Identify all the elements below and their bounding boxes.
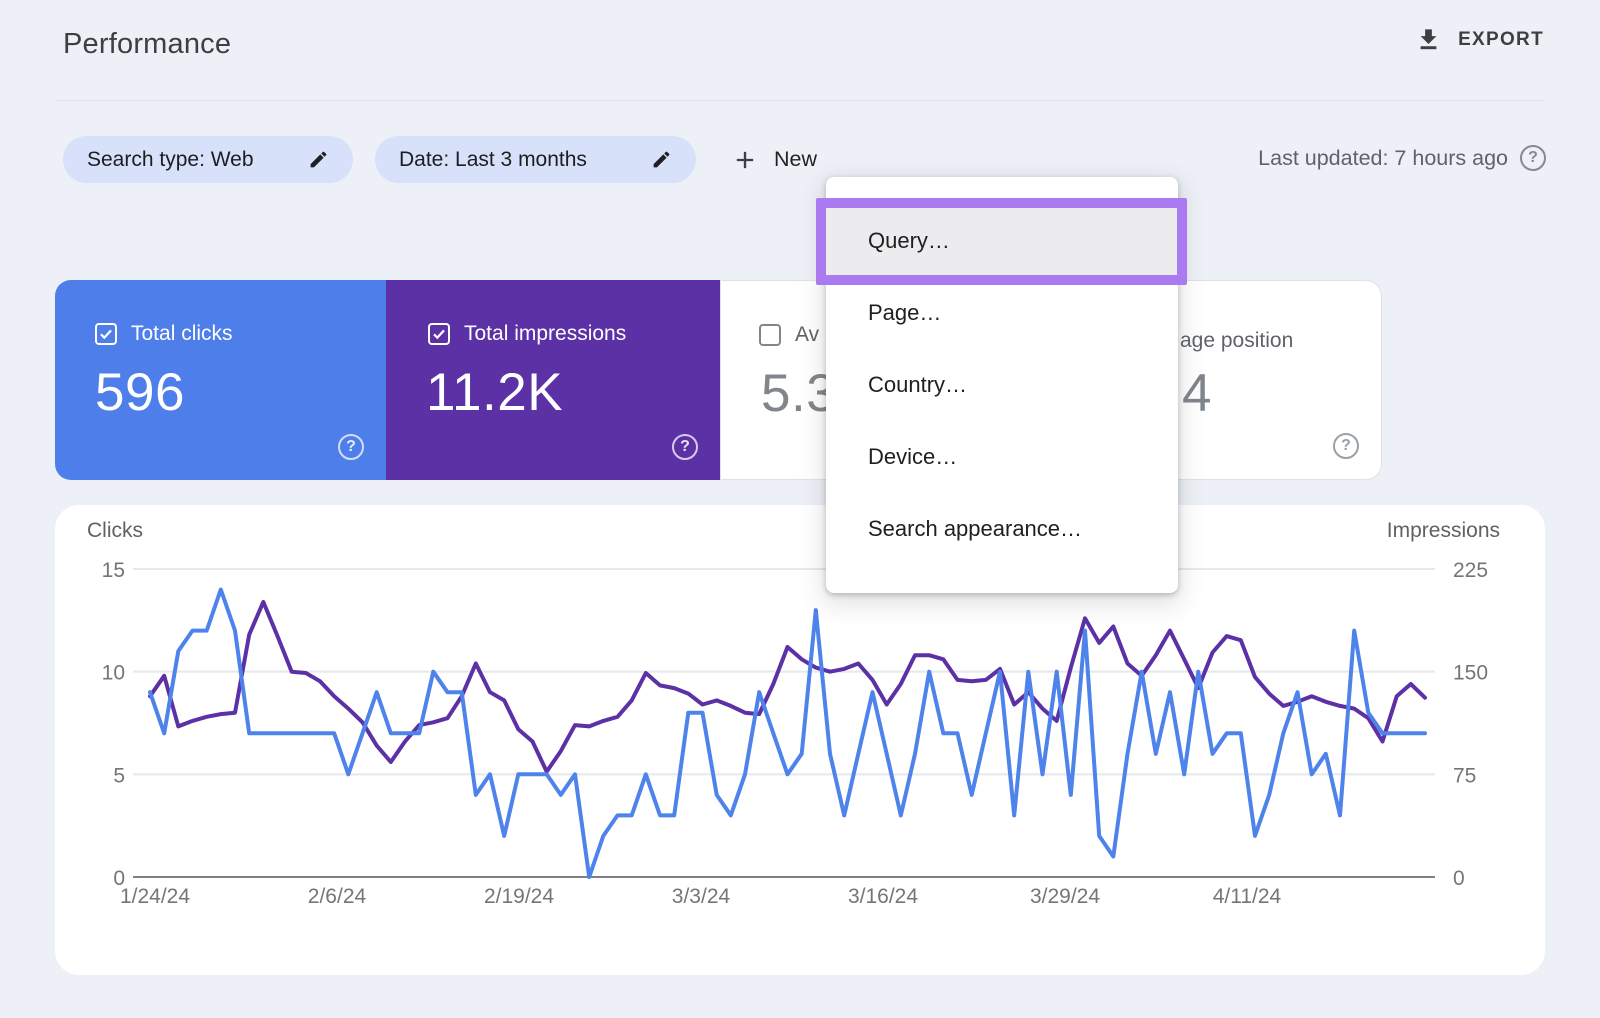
svg-text:3/16/24: 3/16/24 xyxy=(848,885,918,908)
total-impressions-value: 11.2K xyxy=(426,362,563,423)
svg-text:2/19/24: 2/19/24 xyxy=(484,885,554,908)
svg-text:1/24/24: 1/24/24 xyxy=(120,885,190,908)
total-clicks-card[interactable]: Total clicks 596 ? xyxy=(55,280,386,480)
svg-text:10: 10 xyxy=(102,662,125,685)
search-type-chip-label: Search type: Web xyxy=(87,148,254,172)
menu-item-device[interactable]: Device… xyxy=(826,421,1178,493)
menu-item-query[interactable]: Query… xyxy=(826,205,1178,277)
average-position-value-partial: 4 xyxy=(1182,363,1211,424)
average-ctr-value-partial: 5.3 xyxy=(761,363,836,424)
average-position-label-partial: age position xyxy=(1180,329,1293,353)
svg-text:0: 0 xyxy=(1453,867,1465,890)
total-clicks-label: Total clicks xyxy=(131,322,233,346)
help-icon[interactable]: ? xyxy=(672,434,698,460)
svg-text:3/29/24: 3/29/24 xyxy=(1030,885,1100,908)
search-type-chip[interactable]: Search type: Web xyxy=(63,136,353,183)
svg-text:15: 15 xyxy=(102,559,125,582)
total-clicks-checkbox[interactable] xyxy=(95,323,117,345)
download-icon xyxy=(1415,26,1442,53)
clicks-impressions-line-chart: 005751015015225ClicksImpressions1/24/242… xyxy=(55,505,1545,975)
plus-icon xyxy=(731,146,759,174)
last-updated: Last updated: 7 hours ago ? xyxy=(1258,145,1546,171)
export-label: EXPORT xyxy=(1458,29,1544,51)
edit-pencil-icon xyxy=(308,149,329,170)
new-filter-dropdown-menu: Query… Page… Country… Device… Search app… xyxy=(826,177,1178,593)
svg-text:150: 150 xyxy=(1453,662,1488,685)
header-divider xyxy=(55,100,1545,101)
average-ctr-checkbox[interactable] xyxy=(759,324,781,346)
svg-text:75: 75 xyxy=(1453,764,1476,787)
svg-text:5: 5 xyxy=(113,764,125,787)
menu-item-country[interactable]: Country… xyxy=(826,349,1178,421)
date-range-chip[interactable]: Date: Last 3 months xyxy=(375,136,696,183)
menu-item-search-appearance[interactable]: Search appearance… xyxy=(826,493,1178,565)
page-title: Performance xyxy=(63,28,231,61)
performance-chart-card: 005751015015225ClicksImpressions1/24/242… xyxy=(55,505,1545,975)
help-icon[interactable]: ? xyxy=(338,434,364,460)
svg-text:4/11/24: 4/11/24 xyxy=(1213,885,1282,908)
new-filter-label: New xyxy=(774,147,817,172)
svg-text:225: 225 xyxy=(1453,559,1488,582)
search-console-performance-page: { "header": { "title": "Performance", "e… xyxy=(0,0,1600,1018)
new-filter-button[interactable]: New xyxy=(731,136,817,183)
average-ctr-label-partial: Av xyxy=(795,323,819,347)
total-impressions-card[interactable]: Total impressions 11.2K ? xyxy=(386,280,720,480)
help-icon[interactable]: ? xyxy=(1520,145,1546,171)
total-impressions-checkbox[interactable] xyxy=(428,323,450,345)
last-updated-text: Last updated: 7 hours ago xyxy=(1258,146,1508,171)
svg-text:2/6/24: 2/6/24 xyxy=(308,885,367,908)
menu-item-page[interactable]: Page… xyxy=(826,277,1178,349)
svg-text:3/3/24: 3/3/24 xyxy=(672,885,731,908)
help-icon[interactable]: ? xyxy=(1333,433,1359,459)
total-impressions-label: Total impressions xyxy=(464,322,626,346)
edit-pencil-icon xyxy=(651,149,672,170)
export-button[interactable]: EXPORT xyxy=(1415,26,1544,53)
svg-text:Impressions: Impressions xyxy=(1387,519,1500,542)
date-range-chip-label: Date: Last 3 months xyxy=(399,148,587,172)
total-clicks-value: 596 xyxy=(95,362,185,423)
svg-text:Clicks: Clicks xyxy=(87,519,143,542)
